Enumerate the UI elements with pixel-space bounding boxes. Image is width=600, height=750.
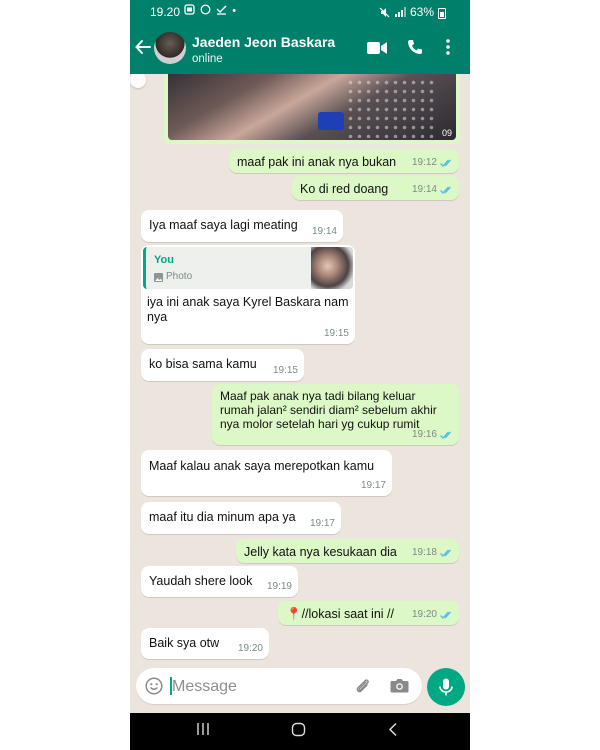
camera-icon[interactable] [390, 677, 409, 694]
notification-icons: • [184, 4, 238, 17]
message-time: 19:12 [411, 157, 437, 168]
message-composer [136, 668, 422, 704]
read-receipt-icon [440, 431, 451, 439]
message-time: 19:20 [237, 643, 263, 654]
mute-icon [379, 7, 390, 17]
message-bubble-out[interactable]: maaf pak ini anak nya bukan 19:12 [229, 149, 459, 173]
message-meta: 19:14 [412, 183, 453, 197]
message-meta: 19:20 [412, 608, 453, 622]
recent-apps-icon[interactable] [196, 722, 210, 736]
message-bubble-in[interactable]: maaf itu dia minum apa ya 19:17 [141, 502, 341, 534]
contact-status: online [192, 53, 223, 65]
message-bubble-out[interactable]: 📍//lokasi saat ini // 19:20 [278, 601, 459, 625]
quoted-photo-thumbnail [311, 247, 353, 289]
message-time: 19:18 [411, 547, 437, 558]
message-text: Maaf pak anak nya tadi bilang keluar rum… [220, 389, 437, 431]
status-time: 19.20 [150, 5, 181, 19]
voice-call-icon[interactable] [407, 39, 423, 55]
message-text: Iya maaf saya lagi meating [149, 218, 298, 232]
whatsapp-notification-icon [200, 4, 211, 15]
message-meta: 19:16 [412, 428, 453, 442]
voice-message-button[interactable] [427, 668, 465, 706]
microphone-icon [439, 678, 453, 696]
quoted-message[interactable]: You Photo [143, 247, 353, 289]
system-icons: 63% [379, 5, 446, 19]
message-bubble-in-reply[interactable]: You Photo iya ini anak saya Kyrel Baskar… [141, 245, 355, 344]
chat-header: Jaeden Jeon Baskara online [130, 24, 470, 74]
notification-app-icon [184, 4, 195, 15]
contact-name[interactable]: Jaeden Jeon Baskara [192, 34, 335, 50]
photo-icon [154, 272, 163, 282]
phone-screen: 19.20 • 63% Jaeden Jeon Baskara online 0… [130, 0, 470, 750]
battery-icon [438, 7, 446, 19]
read-receipt-icon [440, 549, 451, 557]
message-meta: 19:15 [324, 327, 349, 341]
dot-icon: • [232, 5, 239, 17]
attachment-icon[interactable] [354, 677, 372, 695]
message-meta: 19:17 [310, 517, 335, 531]
message-meta: 19:18 [412, 546, 453, 560]
message-time: 19:15 [323, 328, 349, 339]
read-receipt-icon [440, 611, 451, 619]
message-bubble-out[interactable]: Jelly kata nya kesukaan dia 19:18 [236, 539, 459, 563]
message-time: 19:15 [272, 365, 298, 376]
quoted-author: You [154, 254, 174, 266]
photo-pattern [346, 78, 436, 138]
image-duration: 09 [441, 128, 452, 138]
message-time: 19:19 [266, 581, 292, 592]
back-icon[interactable] [388, 722, 398, 737]
emoji-icon[interactable] [145, 677, 163, 695]
home-icon[interactable] [291, 722, 306, 737]
contact-avatar[interactable] [154, 32, 186, 64]
message-time: 19:20 [411, 609, 437, 620]
message-text: iya ini anak saya Kyrel Baskara nam nya [147, 295, 349, 324]
message-meta: 19:17 [361, 479, 386, 493]
message-bubble-in[interactable]: Baik sya otw 19:20 [141, 628, 269, 659]
message-time: 19:14 [411, 184, 437, 195]
message-text: Maaf kalau anak saya merepotkan kamu [149, 459, 375, 473]
message-bubble-in[interactable]: Yaudah shere look 19:19 [141, 566, 298, 597]
signal-icon [394, 7, 406, 17]
battery-percent: 63% [409, 5, 434, 19]
status-bar: 19.20 • 63% [130, 0, 470, 24]
video-call-icon[interactable] [367, 41, 387, 55]
android-nav-bar [130, 713, 470, 750]
image-message[interactable]: 09 [164, 74, 460, 144]
message-bubble-in[interactable]: Maaf kalau anak saya merepotkan kamu 19:… [141, 450, 392, 496]
message-time: 19:16 [411, 429, 437, 440]
message-meta: 19:15 [273, 364, 298, 378]
photo-cup [318, 112, 344, 130]
message-time: 19:17 [360, 480, 386, 491]
message-bubble-in[interactable]: Iya maaf saya lagi meating 19:14 [141, 210, 343, 242]
message-bubble-out[interactable]: Ko di red doang 19:14 [292, 176, 459, 200]
message-bubble-in[interactable]: ko bisa sama kamu 19:15 [141, 349, 304, 381]
message-time: 19:17 [309, 518, 335, 529]
quoted-type-label: Photo [166, 271, 193, 282]
back-arrow-icon[interactable] [134, 38, 152, 56]
read-receipt-icon [440, 186, 451, 194]
read-receipt-icon [440, 159, 451, 167]
message-input[interactable] [170, 675, 344, 699]
message-meta: 19:19 [267, 580, 292, 594]
sent-photo[interactable]: 09 [168, 74, 456, 140]
chat-area[interactable]: 09 maaf pak ini anak nya bukan 19:12 Ko … [130, 74, 470, 662]
message-time: 19:14 [311, 226, 337, 237]
more-options-icon[interactable] [446, 39, 450, 55]
message-meta: 19:12 [412, 156, 453, 170]
message-meta: 19:20 [238, 642, 263, 656]
scroll-button[interactable] [130, 74, 146, 88]
quoted-type: Photo [154, 270, 192, 284]
download-done-icon [216, 5, 227, 15]
message-meta: 19:14 [312, 225, 337, 239]
message-text: maaf itu dia minum apa ya [149, 510, 296, 524]
message-bubble-out[interactable]: Maaf pak anak nya tadi bilang keluar rum… [212, 384, 459, 445]
